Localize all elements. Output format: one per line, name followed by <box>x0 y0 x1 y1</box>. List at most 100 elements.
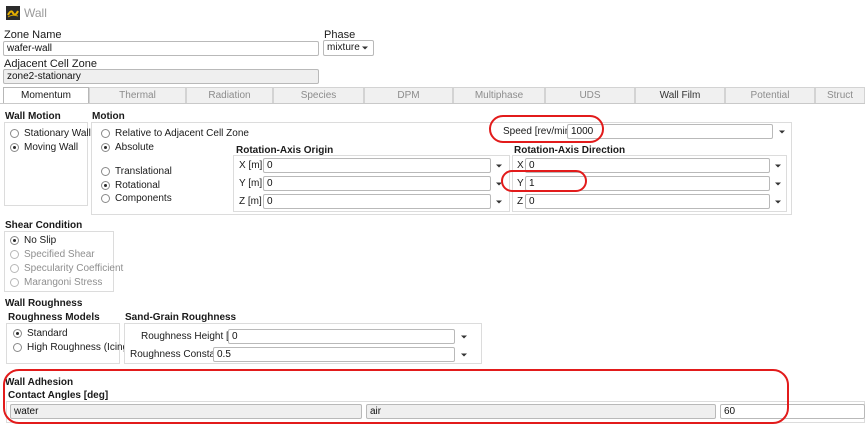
phase-select[interactable]: mixture <box>323 40 374 56</box>
chevron-down-icon[interactable] <box>459 332 469 342</box>
shear-condition-group: No Slip Specified Shear Specularity Coef… <box>4 231 123 292</box>
radio-label: Specularity Coefficient <box>24 263 124 274</box>
chevron-down-icon[interactable] <box>494 161 504 171</box>
direction-y-input[interactable]: 1 <box>525 176 770 191</box>
radio-dot <box>13 329 22 338</box>
radio-dot <box>10 129 19 138</box>
origin-x-label: X [m] <box>239 160 263 171</box>
origin-y-input[interactable]: 0 <box>263 176 491 191</box>
direction-x-label: X <box>517 160 524 171</box>
tab-potential[interactable]: Potential <box>725 87 815 104</box>
roughness-models-group: Standard High Roughness (Icing) <box>6 323 132 364</box>
radio-label: Moving Wall <box>24 142 79 153</box>
radio-label: No Slip <box>24 235 57 246</box>
roughness-height-label: Roughness Height [m] <box>141 331 240 342</box>
shear-condition-title: Shear Condition <box>5 220 83 231</box>
tab-radiation[interactable]: Radiation <box>186 87 273 104</box>
tab-multiphase[interactable]: Multiphase <box>453 87 545 104</box>
tab-species[interactable]: Species <box>273 87 364 104</box>
tab-dpm[interactable]: DPM <box>364 87 453 104</box>
adjacent-cell-zone-field: zone2-stationary <box>3 69 319 84</box>
radio-marangoni-stress: Marangoni Stress <box>10 277 102 288</box>
tab-content-border <box>0 103 865 104</box>
radio-dot <box>101 143 110 152</box>
roughness-height-input[interactable]: 0 <box>228 329 455 344</box>
contact-angle-phase2: air <box>366 404 716 419</box>
tab-struct[interactable]: Struct <box>815 87 865 104</box>
contact-angles-title: Contact Angles [deg] <box>8 390 109 401</box>
radio-label: Stationary Wall <box>24 128 91 139</box>
radio-stationary-wall[interactable]: Stationary Wall <box>10 128 91 139</box>
contact-angle-phase1: water <box>10 404 362 419</box>
radio-translational[interactable]: Translational <box>101 166 172 177</box>
tab-momentum[interactable]: Momentum <box>3 87 89 104</box>
radio-relative-adjacent[interactable]: Relative to Adjacent Cell Zone <box>101 128 249 139</box>
radio-label: Rotational <box>115 180 161 191</box>
radio-dot <box>101 167 110 176</box>
radio-dot <box>10 250 19 259</box>
tab-thermal[interactable]: Thermal <box>89 87 186 104</box>
window-title: Wall <box>24 6 47 20</box>
radio-specularity-coefficient: Specularity Coefficient <box>10 263 123 274</box>
tab-uds[interactable]: UDS <box>545 87 635 104</box>
radio-moving-wall[interactable]: Moving Wall <box>10 142 78 153</box>
chevron-down-icon[interactable] <box>773 179 783 189</box>
radio-dot <box>101 129 110 138</box>
wall-adhesion-title: Wall Adhesion <box>5 377 74 388</box>
chevron-down-icon[interactable] <box>773 197 783 207</box>
radio-label: Standard <box>27 328 68 339</box>
sand-grain-title: Sand-Grain Roughness <box>125 312 237 323</box>
origin-x-input[interactable]: 0 <box>263 158 491 173</box>
direction-x-input[interactable]: 0 <box>525 158 770 173</box>
chevron-down-icon[interactable] <box>459 350 469 360</box>
zone-name-label: Zone Name <box>4 29 62 41</box>
chevron-down-icon[interactable] <box>494 197 504 207</box>
title-bar: Wall <box>0 0 865 26</box>
radio-no-slip[interactable]: No Slip <box>10 235 56 246</box>
radio-high-roughness[interactable]: High Roughness (Icing) <box>13 342 132 353</box>
radio-dot <box>101 194 110 203</box>
origin-y-label: Y [m] <box>239 178 263 189</box>
wall-motion-title: Wall Motion <box>5 111 61 122</box>
chevron-down-icon[interactable] <box>777 127 787 137</box>
chevron-down-icon[interactable] <box>773 161 783 171</box>
roughness-models-title: Roughness Models <box>8 312 100 323</box>
origin-z-input[interactable]: 0 <box>263 194 491 209</box>
zone-name-input[interactable]: wafer-wall <box>3 41 319 56</box>
radio-specified-shear: Specified Shear <box>10 249 95 260</box>
radio-dot <box>13 343 22 352</box>
phase-value: mixture <box>327 42 360 53</box>
radio-label: Absolute <box>115 142 154 153</box>
radio-dot <box>101 181 110 190</box>
direction-z-input[interactable]: 0 <box>525 194 770 209</box>
roughness-constant-label: Roughness Constant <box>130 349 224 360</box>
fluent-wall-icon <box>6 6 20 20</box>
direction-y-label: Y <box>517 178 524 189</box>
wall-motion-group: Stationary Wall Moving Wall <box>4 122 91 206</box>
radio-components[interactable]: Components <box>101 193 172 204</box>
radio-standard[interactable]: Standard <box>13 328 68 339</box>
chevron-down-icon[interactable] <box>494 179 504 189</box>
tab-wall-film[interactable]: Wall Film <box>635 87 725 104</box>
radio-label: Translational <box>115 166 172 177</box>
radio-dot <box>10 236 19 245</box>
contact-angle-input[interactable]: 60 <box>720 404 865 419</box>
speed-label: Speed [rev/min] <box>503 126 574 137</box>
direction-z-label: Z <box>517 196 524 207</box>
radio-label: Marangoni Stress <box>24 277 103 288</box>
radio-dot <box>10 278 19 287</box>
speed-input[interactable]: 1000 <box>567 124 773 139</box>
roughness-constant-input[interactable]: 0.5 <box>213 347 455 362</box>
radio-label: Specified Shear <box>24 249 95 260</box>
tab-bar: Momentum Thermal Radiation Species DPM M… <box>0 87 865 104</box>
chevron-down-icon <box>360 43 370 53</box>
wall-roughness-title: Wall Roughness <box>5 298 83 309</box>
radio-rotational[interactable]: Rotational <box>101 180 160 191</box>
radio-label: High Roughness (Icing) <box>27 342 132 353</box>
radio-absolute[interactable]: Absolute <box>101 142 154 153</box>
radio-label: Components <box>115 193 172 204</box>
radio-dot <box>10 143 19 152</box>
radio-label: Relative to Adjacent Cell Zone <box>115 128 249 139</box>
motion-title: Motion <box>92 111 125 122</box>
radio-dot <box>10 264 19 273</box>
